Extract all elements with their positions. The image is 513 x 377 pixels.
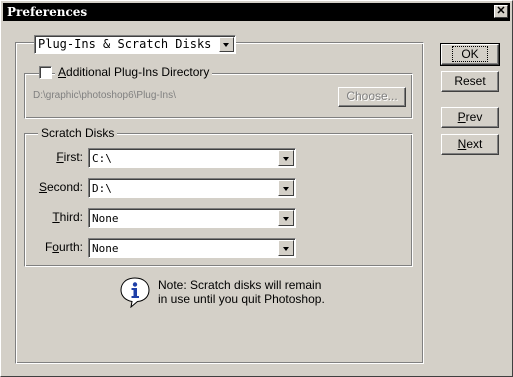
accel-key: T: [52, 210, 60, 224]
chevron-down-icon: [282, 246, 289, 251]
accel-key: F: [56, 150, 64, 164]
third-label: Third:: [31, 210, 83, 225]
prev-button[interactable]: Prev: [441, 107, 499, 128]
reset-button[interactable]: Reset: [441, 71, 499, 92]
button-label: rev: [465, 110, 483, 124]
section-dropdown[interactable]: Plug-Ins & Scratch Disks: [34, 35, 236, 54]
fourth-label: Fourth:: [31, 240, 83, 255]
note-line-2: in use until you quit Photoshop.: [158, 292, 325, 306]
additional-plugins-checkbox[interactable]: [39, 66, 52, 79]
fourth-disk-dropdown-button[interactable]: [278, 240, 294, 256]
label-text: urth:: [58, 240, 83, 254]
scratch-disks-legend: Scratch Disks: [38, 126, 118, 140]
first-disk-dropdown-button[interactable]: [278, 150, 294, 166]
label-text: dditional Plug-Ins Directory: [66, 65, 210, 79]
plugins-path: D:\graphic\photoshop6\Plug-Ins\: [33, 90, 176, 101]
chevron-down-icon: [282, 186, 289, 191]
additional-plugins-label[interactable]: Additional Plug-Ins Directory: [55, 65, 213, 79]
accel-key: o: [52, 240, 59, 254]
close-button[interactable]: ✕: [494, 5, 508, 18]
third-disk-select[interactable]: None: [88, 208, 296, 228]
second-disk-select[interactable]: D:\: [88, 178, 296, 198]
accel-key: A: [58, 65, 67, 79]
chevron-down-icon: [223, 43, 229, 47]
label-text: hird:: [59, 210, 83, 224]
preferences-dialog: Preferences ✕ Plug-Ins & Scratch Disks A…: [0, 0, 513, 377]
accel-key: S: [38, 180, 47, 194]
first-label: First:: [31, 150, 83, 165]
chevron-down-icon: [282, 216, 289, 221]
second-disk-dropdown-button[interactable]: [278, 180, 294, 196]
label-text: irst:: [63, 150, 83, 164]
accel-key: P: [457, 110, 466, 124]
window-title: Preferences: [7, 5, 88, 19]
first-disk-value: C:\: [92, 152, 112, 165]
next-button[interactable]: Next: [441, 134, 499, 155]
third-disk-value: None: [92, 212, 119, 225]
second-disk-value: D:\: [92, 182, 112, 195]
info-icon: [120, 277, 150, 308]
chevron-down-icon: [282, 156, 289, 161]
third-disk-dropdown-button[interactable]: [278, 210, 294, 226]
ok-button[interactable]: OK: [440, 43, 500, 66]
fourth-disk-select[interactable]: None: [88, 238, 296, 258]
label-text: econd:: [46, 180, 83, 194]
choose-button[interactable]: Choose...: [338, 87, 406, 107]
second-label: Second:: [31, 180, 83, 195]
scratch-note: Note: Scratch disks will remain in use u…: [158, 278, 325, 306]
section-dropdown-value: Plug-Ins & Scratch Disks: [38, 37, 212, 51]
section-dropdown-button[interactable]: [219, 37, 234, 52]
button-label: ext: [466, 137, 483, 151]
first-disk-select[interactable]: C:\: [88, 148, 296, 168]
ok-label: OK: [452, 46, 488, 62]
title-bar[interactable]: Preferences ✕: [3, 3, 510, 21]
fourth-disk-value: None: [92, 242, 119, 255]
note-line-1: Note: Scratch disks will remain: [158, 278, 322, 292]
close-icon: ✕: [496, 5, 506, 17]
